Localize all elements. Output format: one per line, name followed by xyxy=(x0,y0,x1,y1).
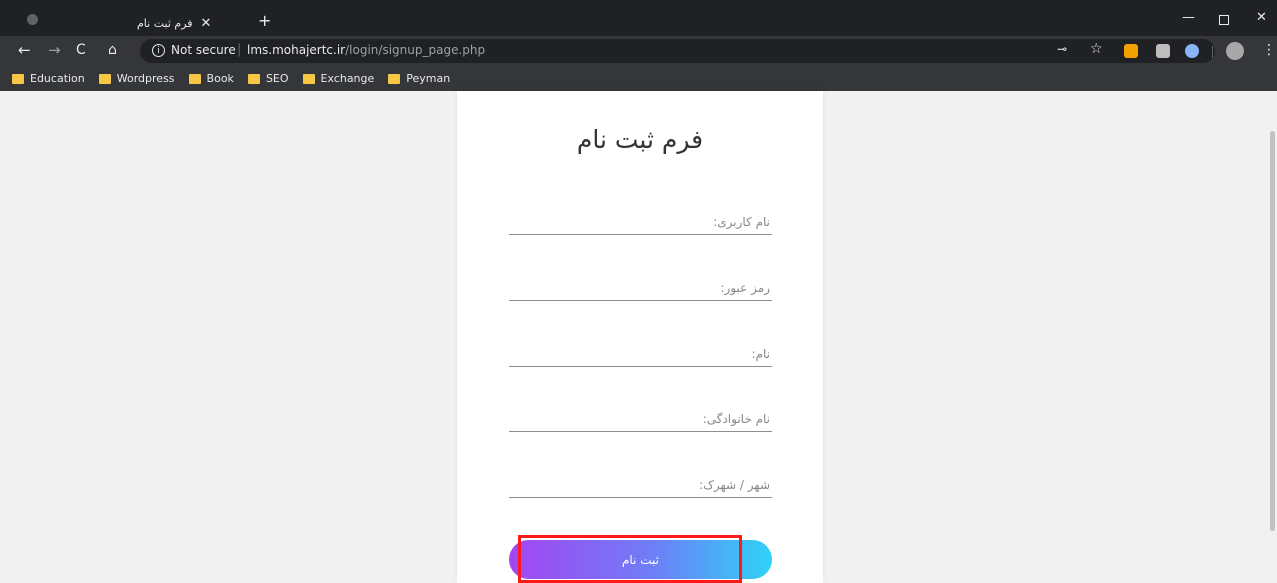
browser-tab[interactable]: فرم ثبت نام ✕ xyxy=(137,14,211,32)
bookmark-label: Peyman xyxy=(406,72,451,85)
first-name-input[interactable] xyxy=(509,341,772,367)
reload-button[interactable]: C xyxy=(76,40,86,60)
address-bar[interactable]: i Not secure | lms.mohajertc.ir/login/si… xyxy=(140,39,1215,63)
globe-icon xyxy=(27,14,38,25)
password-input[interactable] xyxy=(509,275,772,301)
signup-form-card: فرم ثبت نام ثبت نام xyxy=(457,91,823,583)
toolbar-divider xyxy=(1212,46,1213,58)
bookmark-peyman[interactable]: Peyman xyxy=(388,72,450,85)
folder-icon xyxy=(12,73,24,84)
info-icon[interactable]: i xyxy=(152,44,165,57)
window-close-button[interactable]: ✕ xyxy=(1256,10,1267,25)
bookmark-book[interactable]: Book xyxy=(188,72,234,85)
bookmark-exchange[interactable]: Exchange xyxy=(302,72,375,85)
profile-avatar[interactable] xyxy=(1226,42,1244,60)
menu-icon[interactable]: ⋮ xyxy=(1262,42,1276,58)
tab-title: فرم ثبت نام xyxy=(137,16,193,30)
bookmark-wordpress[interactable]: Wordpress xyxy=(98,72,175,85)
extension-chart-icon[interactable] xyxy=(1124,44,1138,58)
page-viewport: فرم ثبت نام ثبت نام xyxy=(0,91,1277,583)
signup-button[interactable]: ثبت نام xyxy=(509,540,772,579)
page-title: فرم ثبت نام xyxy=(576,125,704,154)
extension-camera-icon[interactable] xyxy=(1156,44,1170,58)
folder-icon xyxy=(388,73,401,84)
browser-title-bar: فرم ثبت نام ✕ + — ✕ xyxy=(0,0,1277,36)
bookmark-label: Book xyxy=(206,72,234,85)
key-icon[interactable]: ⊸ xyxy=(1057,42,1067,56)
browser-toolbar: ← → C ⌂ i Not secure | lms.mohajertc.ir/… xyxy=(0,36,1277,66)
url-text[interactable]: lms.mohajertc.ir/login/signup_page.php xyxy=(247,43,485,57)
city-input[interactable] xyxy=(509,472,772,498)
folder-icon xyxy=(302,73,315,84)
url-path: /login/signup_page.php xyxy=(345,43,486,57)
forward-button[interactable]: → xyxy=(48,40,61,60)
bookmarks-bar: Education Wordpress Book SEO Exchange Pe… xyxy=(0,66,1277,91)
bookmark-label: SEO xyxy=(265,72,289,85)
url-separator: | xyxy=(237,42,242,57)
last-name-input[interactable] xyxy=(509,406,772,432)
minimize-button[interactable]: — xyxy=(1182,10,1195,25)
folder-icon xyxy=(98,73,111,84)
bookmark-label: Wordpress xyxy=(116,72,175,85)
url-host: lms.mohajertc.ir xyxy=(247,43,346,57)
close-icon[interactable]: ✕ xyxy=(201,16,212,31)
scrollbar[interactable] xyxy=(1268,91,1277,583)
security-label[interactable]: Not secure xyxy=(171,43,236,57)
bookmark-label: Education xyxy=(30,72,85,85)
bookmark-seo[interactable]: SEO xyxy=(247,72,289,85)
bookmark-education[interactable]: Education xyxy=(12,72,85,85)
restore-button[interactable] xyxy=(1219,15,1229,25)
username-input[interactable] xyxy=(509,209,772,235)
folder-icon xyxy=(188,73,201,84)
new-tab-button[interactable]: + xyxy=(258,12,271,30)
star-icon[interactable]: ☆ xyxy=(1090,41,1103,57)
back-button[interactable]: ← xyxy=(18,40,31,60)
scrollbar-thumb[interactable] xyxy=(1270,131,1275,531)
folder-icon xyxy=(247,73,260,84)
extension-circle-icon[interactable] xyxy=(1185,44,1199,58)
bookmark-label: Exchange xyxy=(320,72,375,85)
home-button[interactable]: ⌂ xyxy=(108,40,117,60)
